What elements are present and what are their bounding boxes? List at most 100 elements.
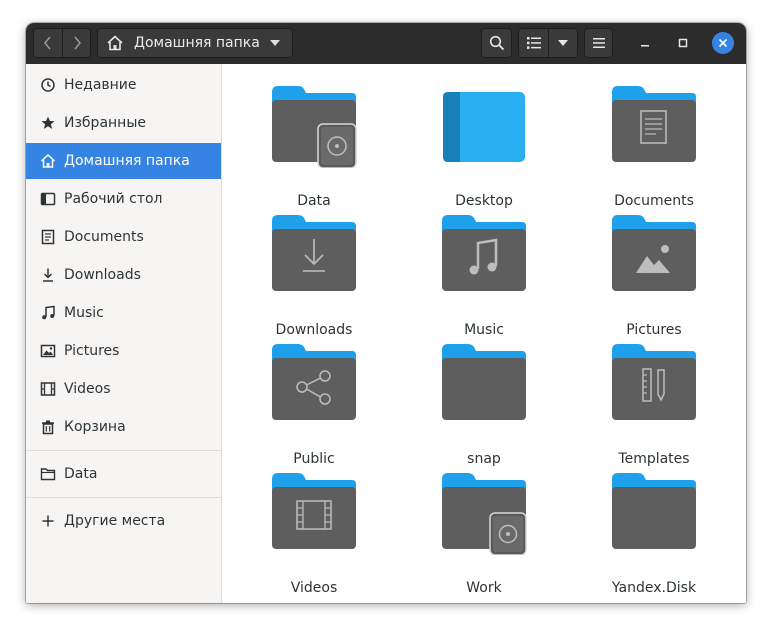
file-item-snap[interactable]: snap bbox=[419, 342, 549, 467]
file-label: Documents bbox=[614, 193, 694, 209]
plus-icon bbox=[40, 513, 56, 529]
home-icon bbox=[107, 35, 123, 51]
chevron-down-icon bbox=[270, 40, 280, 46]
file-item-public[interactable]: Public bbox=[249, 342, 379, 467]
sidebar-item-label: Домашняя папка bbox=[64, 153, 190, 169]
file-label: snap bbox=[467, 451, 501, 467]
sidebar-item-documents[interactable]: Documents bbox=[26, 219, 221, 255]
close-icon bbox=[718, 38, 728, 48]
film-icon bbox=[40, 381, 56, 397]
sidebar-item-label: Documents bbox=[64, 229, 144, 245]
file-item-videos[interactable]: Videos bbox=[249, 471, 379, 596]
view-options-button[interactable] bbox=[548, 28, 578, 58]
clock-icon bbox=[40, 77, 56, 93]
music-icon bbox=[40, 305, 56, 321]
sidebar-item-desktop[interactable]: Рабочий стол bbox=[26, 181, 221, 217]
chevron-right-icon bbox=[73, 36, 81, 50]
folder-music-icon bbox=[442, 215, 526, 291]
main-menu-button[interactable] bbox=[584, 28, 613, 58]
folder-icon bbox=[612, 473, 696, 549]
file-grid: Data Desktop Documents Downloads Music P… bbox=[222, 64, 746, 603]
file-item-data[interactable]: Data bbox=[249, 84, 379, 209]
desktop-icon bbox=[40, 191, 56, 207]
sidebar-item-label: Music bbox=[64, 305, 104, 321]
file-label: Pictures bbox=[626, 322, 682, 338]
minimize-button[interactable] bbox=[634, 32, 656, 54]
sidebar-item-videos[interactable]: Videos bbox=[26, 371, 221, 407]
folder-share-icon bbox=[272, 344, 356, 420]
sidebar-item-label: Pictures bbox=[64, 343, 120, 359]
list-view-icon bbox=[526, 37, 541, 49]
folder-pictures-icon bbox=[612, 215, 696, 291]
download-icon bbox=[40, 267, 56, 283]
header-bar: Домашняя папка bbox=[26, 23, 746, 65]
file-item-pictures[interactable]: Pictures bbox=[589, 213, 719, 338]
file-label: Downloads bbox=[275, 322, 353, 338]
back-button[interactable] bbox=[33, 28, 62, 58]
file-label: Desktop bbox=[455, 193, 513, 209]
file-label: Videos bbox=[290, 580, 338, 596]
sidebar-item-label: Downloads bbox=[64, 267, 141, 283]
sidebar-separator bbox=[26, 497, 221, 498]
view-buttons bbox=[518, 28, 578, 58]
sidebar-item-other-locations[interactable]: Другие места bbox=[26, 503, 221, 539]
sidebar-item-label: Корзина bbox=[64, 419, 126, 435]
location-button[interactable]: Домашняя папка bbox=[97, 28, 293, 58]
location-label: Домашняя папка bbox=[134, 35, 260, 51]
search-icon bbox=[489, 35, 504, 51]
sidebar-item-trash[interactable]: Корзина bbox=[26, 409, 221, 445]
folder-videos-icon bbox=[272, 473, 356, 549]
sidebar-item-pictures[interactable]: Pictures bbox=[26, 333, 221, 369]
file-item-templates[interactable]: Templates bbox=[589, 342, 719, 467]
hamburger-icon bbox=[592, 38, 605, 48]
sidebar-item-music[interactable]: Music bbox=[26, 295, 221, 331]
sidebar-item-label: Videos bbox=[64, 381, 111, 397]
sidebar-item-recent[interactable]: Недавние bbox=[26, 67, 221, 103]
sidebar: Недавние Избранные Домашняя папка Рабочи… bbox=[26, 64, 222, 603]
file-label: Work bbox=[466, 580, 502, 596]
sidebar-item-starred[interactable]: Избранные bbox=[26, 105, 221, 141]
close-button[interactable] bbox=[712, 32, 734, 54]
sidebar-item-data-drive[interactable]: Data bbox=[26, 456, 221, 492]
folder-downloads-icon bbox=[272, 215, 356, 291]
chevron-left-icon bbox=[44, 36, 51, 50]
home-icon bbox=[40, 153, 56, 169]
file-item-work[interactable]: Work bbox=[419, 471, 549, 596]
file-label: Templates bbox=[618, 451, 690, 467]
sidebar-item-home[interactable]: Домашняя папка bbox=[26, 143, 221, 179]
sidebar-item-label: Другие места bbox=[64, 513, 166, 529]
folder-outline-icon bbox=[40, 466, 56, 482]
view-mode-button[interactable] bbox=[518, 28, 548, 58]
document-icon bbox=[40, 229, 56, 245]
file-label: Public bbox=[293, 451, 335, 467]
star-icon bbox=[40, 115, 56, 131]
sidebar-item-label: Рабочий стол bbox=[64, 191, 163, 207]
minimize-icon bbox=[641, 45, 649, 47]
sidebar-item-label: Data bbox=[64, 466, 98, 482]
folder-drive-icon bbox=[272, 86, 357, 168]
file-manager-window: Домашняя папка Недавние Избранные Домашн… bbox=[26, 23, 746, 603]
folder-drive-icon bbox=[442, 473, 527, 555]
chevron-down-icon bbox=[558, 40, 568, 46]
navigation-buttons bbox=[33, 28, 91, 58]
sidebar-item-downloads[interactable]: Downloads bbox=[26, 257, 221, 293]
picture-icon bbox=[40, 343, 56, 359]
file-item-desktop[interactable]: Desktop bbox=[419, 84, 549, 209]
forward-button[interactable] bbox=[62, 28, 91, 58]
maximize-icon bbox=[678, 38, 688, 48]
file-item-documents[interactable]: Documents bbox=[589, 84, 719, 209]
folder-templates-icon bbox=[612, 344, 696, 420]
file-item-yandex-disk[interactable]: Yandex.Disk bbox=[589, 471, 719, 596]
maximize-button[interactable] bbox=[672, 32, 694, 54]
search-button[interactable] bbox=[481, 28, 512, 58]
file-label: Yandex.Disk bbox=[611, 580, 697, 596]
file-label: Music bbox=[464, 322, 504, 338]
file-item-music[interactable]: Music bbox=[419, 213, 549, 338]
file-label: Data bbox=[297, 193, 331, 209]
sidebar-separator bbox=[26, 450, 221, 451]
file-item-downloads[interactable]: Downloads bbox=[249, 213, 379, 338]
folder-desktop-icon bbox=[443, 92, 525, 162]
folder-documents-icon bbox=[612, 86, 696, 162]
sidebar-item-label: Избранные bbox=[64, 115, 146, 131]
folder-icon bbox=[442, 344, 526, 420]
